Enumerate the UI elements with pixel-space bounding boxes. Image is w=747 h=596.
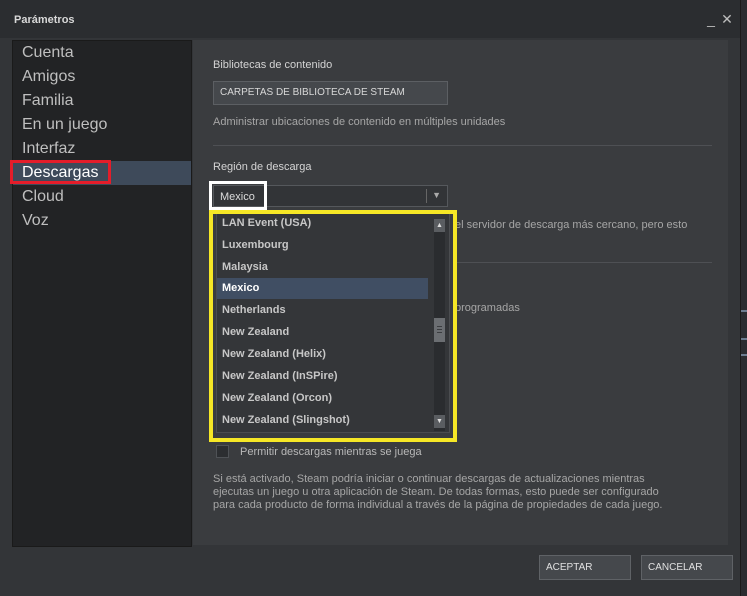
scheduled-label-partial: programadas [455, 302, 520, 314]
region-select-value: Mexico [220, 191, 255, 203]
dropdown-option[interactable]: New Zealand [217, 322, 428, 343]
region-select[interactable]: Mexico ▼ [213, 185, 448, 207]
close-icon[interactable]: ✕ [720, 12, 734, 26]
dropdown-option-selected[interactable]: Mexico [217, 278, 428, 299]
settings-sidebar: Cuenta Amigos Familia En un juego Interf… [12, 40, 192, 547]
scroll-thumb[interactable] [434, 318, 445, 342]
sidebar-item-en-un-juego[interactable]: En un juego [13, 113, 191, 137]
accept-button[interactable]: ACEPTAR [539, 555, 631, 580]
sidebar-item-cloud[interactable]: Cloud [13, 185, 191, 209]
region-heading: Región de descarga [213, 161, 312, 173]
select-separator [426, 189, 427, 203]
library-heading: Bibliotecas de contenido [213, 59, 333, 71]
dropdown-option[interactable]: Luxembourg [217, 235, 428, 256]
background-window-edge [741, 0, 747, 596]
title-bar[interactable]: Parámetros _ ✕ [0, 0, 740, 38]
chevron-down-icon[interactable]: ▼ [432, 190, 441, 200]
window-title: Parámetros [14, 14, 75, 26]
dropdown-option[interactable]: LAN Event (USA) [217, 214, 428, 234]
region-dropdown-list[interactable]: LAN Event (USA) Luxembourg Malaysia Mexi… [216, 213, 450, 433]
allow-downloads-checkbox[interactable] [216, 445, 229, 458]
library-description: Administrar ubicaciones de contenido en … [213, 116, 506, 128]
scroll-up-icon[interactable]: ▲ [434, 219, 445, 232]
cancel-button[interactable]: CANCELAR [641, 555, 733, 580]
allow-downloads-label: Permitir descargas mientras se juega [240, 446, 422, 458]
dropdown-option[interactable]: New Zealand (Slingshot) [217, 410, 428, 431]
background-marker [741, 310, 747, 312]
dropdown-option[interactable]: New Zealand (Helix) [217, 344, 428, 365]
library-folders-button[interactable]: CARPETAS DE BIBLIOTECA DE STEAM [213, 81, 448, 105]
dropdown-option[interactable]: New Zealand (Orcon) [217, 388, 428, 409]
allow-downloads-description-3: para cada producto de forma individual a… [213, 499, 663, 511]
background-marker [741, 354, 747, 356]
allow-downloads-description-2: ejecutas un juego u otra aplicación de S… [213, 486, 659, 498]
divider [455, 262, 712, 263]
sidebar-item-interfaz[interactable]: Interfaz [13, 137, 191, 161]
dropdown-scrollbar[interactable]: ▲ ▼ [434, 219, 445, 431]
region-note: el servidor de descarga más cercano, per… [455, 219, 688, 231]
allow-downloads-description-1: Si está activado, Steam podría iniciar o… [213, 473, 645, 485]
sidebar-item-familia[interactable]: Familia [13, 89, 191, 113]
settings-window: Parámetros _ ✕ Cuenta Amigos Familia En … [0, 0, 741, 596]
background-marker [741, 338, 747, 340]
grip-icon [437, 326, 442, 334]
sidebar-item-amigos[interactable]: Amigos [13, 65, 191, 89]
sidebar-item-cuenta[interactable]: Cuenta [13, 41, 191, 65]
sidebar-item-descargas[interactable]: Descargas [13, 161, 191, 185]
scroll-down-icon[interactable]: ▼ [434, 415, 445, 428]
sidebar-item-voz[interactable]: Voz [13, 209, 191, 233]
minimize-icon[interactable]: _ [704, 12, 718, 26]
dropdown-option[interactable]: New Zealand (InSPire) [217, 366, 428, 387]
dropdown-option[interactable]: Netherlands [217, 300, 428, 321]
divider [213, 145, 712, 146]
dropdown-option[interactable]: Malaysia [217, 257, 428, 278]
